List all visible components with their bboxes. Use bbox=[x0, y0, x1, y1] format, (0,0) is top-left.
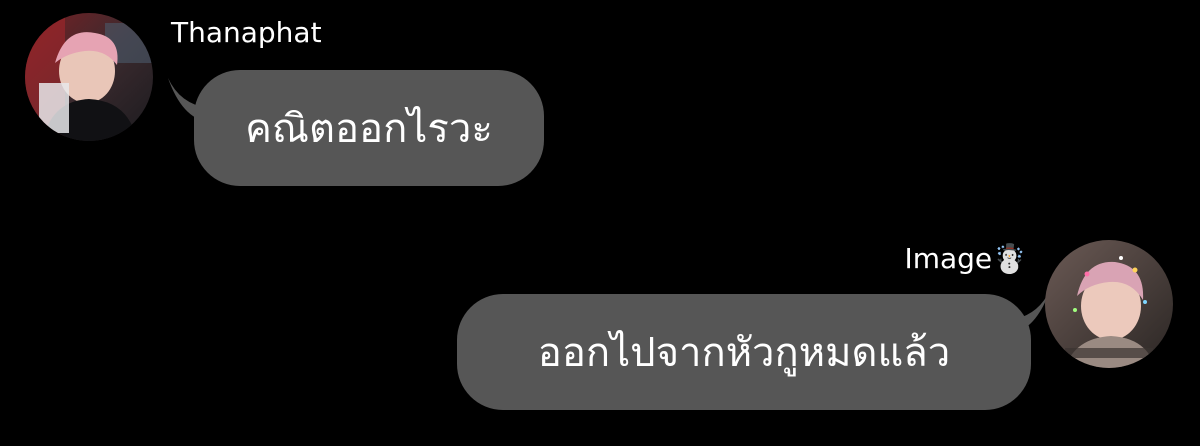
message-bubble-outgoing[interactable]: ออกไปจากหัวกูหมดแล้ว bbox=[457, 294, 1031, 410]
avatar-image[interactable] bbox=[1045, 240, 1173, 368]
avatar-thanaphat[interactable] bbox=[25, 13, 153, 141]
message-bubble-incoming[interactable]: คณิตออกไรวะ bbox=[194, 70, 544, 186]
sender-name: Image☃️ bbox=[904, 242, 1027, 275]
chat-thread: Thanaphat คณิตออกไรวะ Image☃️ ออกไปจากหั… bbox=[0, 0, 1200, 446]
sender-name: Thanaphat bbox=[171, 16, 322, 49]
